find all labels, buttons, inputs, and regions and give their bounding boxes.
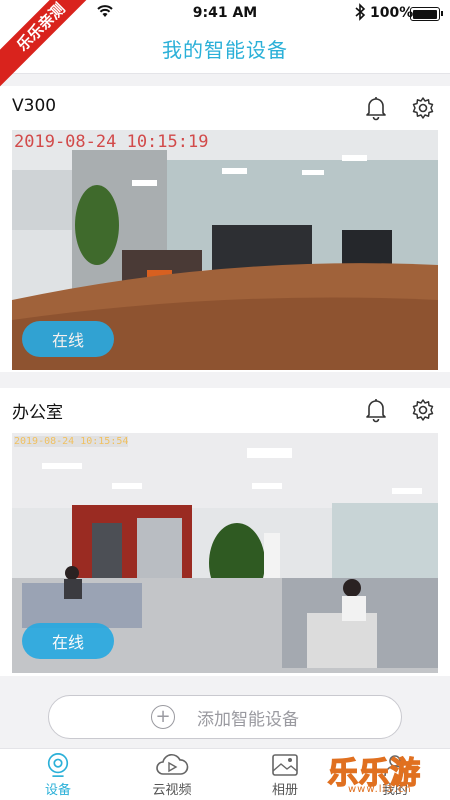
corner-watermark-url: www.ll3.cn <box>348 784 412 795</box>
bell-icon <box>366 399 386 423</box>
tab-label: 设备 <box>44 783 71 798</box>
cloud-play-icon <box>156 754 189 775</box>
device-settings-button[interactable] <box>406 91 440 125</box>
feed-timestamp: 2019-08-24 10:15:54 <box>14 436 129 447</box>
camera-feed[interactable]: 2019-08-24 10:15:54 在线 <box>12 433 438 673</box>
camera-icon <box>47 753 69 777</box>
battery-icon <box>410 7 443 21</box>
photo-album-icon <box>272 754 298 776</box>
battery-fill <box>412 9 437 19</box>
device-card[interactable]: V300 2019-08-24 10:15:19 在线 <box>0 86 450 372</box>
device-settings-button[interactable] <box>406 393 440 427</box>
plus-icon: + <box>151 705 175 729</box>
device-name: V300 <box>12 96 57 116</box>
corner-watermark: 乐乐游戏 www.ll3.cn <box>327 748 450 800</box>
tab-label: 相册 <box>271 783 298 798</box>
alarm-bell-button[interactable] <box>359 393 393 427</box>
online-status-button[interactable]: 在线 <box>22 321 114 357</box>
add-device-button[interactable]: + 添加智能设备 <box>48 695 402 739</box>
tab-devices[interactable]: 设备 <box>18 749 98 800</box>
online-status-button[interactable]: 在线 <box>22 623 114 659</box>
gear-icon <box>412 97 434 119</box>
feed-timestamp: 2019-08-24 10:15:19 <box>14 132 209 152</box>
device-name: 办公室 <box>12 403 63 423</box>
add-device-label: 添加智能设备 <box>197 709 299 730</box>
bell-icon <box>366 97 386 121</box>
tab-album[interactable]: 相册 <box>245 749 325 800</box>
alarm-bell-button[interactable] <box>359 91 393 125</box>
bluetooth-icon <box>354 3 366 25</box>
gear-icon <box>412 399 434 421</box>
tab-cloud-video[interactable]: 云视频 <box>132 749 212 800</box>
battery-percentage: 100% <box>370 5 414 21</box>
app-header: 我的智能设备 <box>0 28 450 74</box>
camera-feed[interactable]: 2019-08-24 10:15:19 在线 <box>12 130 438 370</box>
tab-label: 云视频 <box>152 783 192 798</box>
device-card[interactable]: 办公室 2019-08-24 10:15:54 在线 <box>0 388 450 676</box>
page-title: 我的智能设备 <box>162 38 288 62</box>
